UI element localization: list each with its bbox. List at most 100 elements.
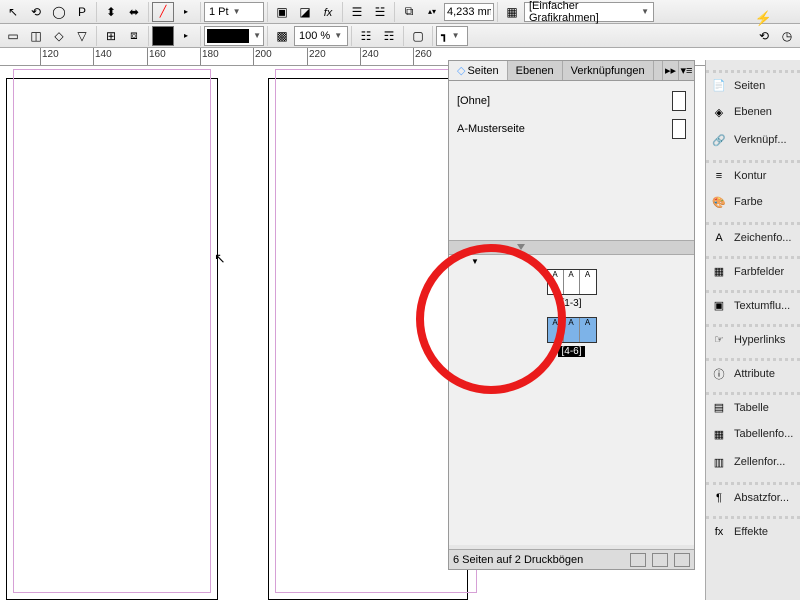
panel-btn-kontur-label: Kontur	[734, 170, 766, 182]
master-ohne[interactable]: [Ohne]	[453, 87, 690, 115]
ruler-tick-220: 220	[309, 49, 326, 60]
bolt-icon[interactable]: ⚡	[755, 10, 772, 27]
tab-verk-label: Verknüpfungen	[571, 65, 645, 77]
panel-btn-absatz[interactable]: ¶Absatzfor...	[706, 482, 800, 510]
page-thumb-5[interactable]: A	[564, 318, 580, 342]
panel-btn-textumfluss[interactable]: ▣Textumflu...	[706, 290, 800, 318]
panel-menu[interactable]: ▾≡	[678, 61, 694, 80]
panel-btn-tabellenformat[interactable]: ▦Tabellenfo...	[706, 420, 800, 448]
master-a[interactable]: A-Musterseite	[453, 115, 690, 143]
panel-btn-ebenen[interactable]: ◈Ebenen	[706, 98, 800, 126]
attribute-icon: ⓘ	[710, 366, 728, 382]
document-canvas[interactable]	[0, 66, 448, 600]
panel-btn-seiten[interactable]: 📄Seiten	[706, 70, 800, 98]
tool-refresh[interactable]: ⟲	[25, 2, 47, 22]
tool-align1[interactable]: ⬍	[100, 2, 122, 22]
page-thumb-3[interactable]: A	[580, 270, 596, 294]
status-btn-1[interactable]	[630, 553, 646, 567]
tab-seiten[interactable]: ◇Seiten	[449, 61, 508, 80]
spread-1-3-label: [1-3]	[561, 298, 581, 309]
t2-h[interactable]: ☷	[355, 26, 377, 46]
right-panel-stack: 📄Seiten ◈Ebenen 🔗Verknüpf... ≡Kontur 🎨Fa…	[705, 60, 800, 600]
stroke-swatch-combo[interactable]: ▼	[204, 26, 264, 46]
panel-btn-effekte-label: Effekte	[734, 526, 768, 538]
spread-4-6[interactable]: A A A [4-6]	[449, 317, 694, 357]
panel-btn-zellenformat[interactable]: ▥Zellenfor...	[706, 448, 800, 476]
btn-a[interactable]: ▣	[271, 2, 293, 22]
btn-fx[interactable]: fx	[317, 2, 339, 22]
page-thumb-4[interactable]: A	[548, 318, 564, 342]
hyperlink-icon: ☞	[710, 332, 728, 348]
btn-b[interactable]: ◪	[294, 2, 316, 22]
t2-a[interactable]: ▭	[2, 26, 24, 46]
dim-input[interactable]	[444, 3, 494, 21]
panel-btn-zeichen[interactable]: AZeichenfo...	[706, 222, 800, 250]
tool-path[interactable]: P	[71, 2, 93, 22]
stroke-none-icon[interactable]: ╱	[152, 2, 174, 22]
t2-b[interactable]: ◫	[25, 26, 47, 46]
panel-btn-farbe-label: Farbe	[734, 196, 763, 208]
tool-ellipse[interactable]: ◯	[48, 2, 70, 22]
stroke-width-combo[interactable]: 1 Pt ▼	[204, 2, 264, 22]
layers-icon: ◈	[710, 104, 728, 120]
dim-stepper[interactable]: ▴▾	[421, 2, 443, 22]
panel-btn-attribute[interactable]: ⓘAttribute	[706, 358, 800, 386]
fill-swatch[interactable]	[152, 26, 174, 46]
master-ohne-thumb	[672, 91, 686, 111]
panel-btn-kontur[interactable]: ≡Kontur	[706, 160, 800, 188]
divider-handle-icon	[517, 244, 525, 250]
frame-opts-icon[interactable]: ▦	[501, 2, 523, 22]
toolbar-row-1: ↖ ⟲ ◯ P ⬍ ⬌ ╱ ▸ 1 Pt ▼ ▣ ◪ fx ☰ ☱ ⧉ ▴▾ ▦…	[0, 0, 800, 24]
ruler-tick-180: 180	[202, 49, 219, 60]
t2-f[interactable]: ⧈	[123, 26, 145, 46]
spread-marker: ▼	[471, 257, 479, 266]
arrow-small[interactable]: ▸	[175, 2, 197, 22]
page-left[interactable]	[6, 78, 218, 600]
stroke-swatch	[207, 29, 249, 43]
panel-btn-verknuepf[interactable]: 🔗Verknüpf...	[706, 126, 800, 154]
btn-crop[interactable]: ⧉	[398, 2, 420, 22]
page-right[interactable]	[268, 78, 468, 600]
master-ohne-label: [Ohne]	[457, 95, 490, 107]
frame-type-combo[interactable]: [Einfacher Grafikrahmen] ▼	[524, 2, 654, 22]
pages-divider[interactable]	[449, 241, 694, 255]
tab-ebenen-label: Ebenen	[516, 65, 554, 77]
zoom-combo[interactable]: 100 % ▼	[294, 26, 348, 46]
t2-l[interactable]: ◷	[776, 26, 798, 46]
panel-btn-hyperlinks[interactable]: ☞Hyperlinks	[706, 324, 800, 352]
spread-1-3[interactable]: A A A [1-3]	[449, 269, 694, 309]
mouse-cursor: ↖	[214, 250, 226, 267]
status-btn-new[interactable]	[652, 553, 668, 567]
panel-btn-effekte[interactable]: fxEffekte	[706, 516, 800, 544]
t2-g[interactable]: ▩	[271, 26, 293, 46]
tool-pointer[interactable]: ↖	[2, 2, 24, 22]
corner-combo[interactable]: ┓ ▼	[436, 26, 468, 46]
t2-j[interactable]: ▢	[407, 26, 429, 46]
status-btn-delete[interactable]	[674, 553, 690, 567]
panel-btn-farbe[interactable]: 🎨Farbe	[706, 188, 800, 216]
panel-btn-tabelle[interactable]: ▤Tabelle	[706, 392, 800, 420]
chevron-down-icon: ▼	[641, 7, 649, 16]
t2-i[interactable]: ☶	[378, 26, 400, 46]
page-thumb-2[interactable]: A	[564, 270, 580, 294]
ruler-tick-120: 120	[42, 49, 59, 60]
t2-e[interactable]: ⊞	[100, 26, 122, 46]
stroke-width-value: 1 Pt	[209, 6, 229, 18]
wrap-icon: ▣	[710, 298, 728, 314]
btn-textalign1[interactable]: ☰	[346, 2, 368, 22]
arrow-small2[interactable]: ▸	[175, 26, 197, 46]
t2-d[interactable]: ▽	[71, 26, 93, 46]
page-thumb-6[interactable]: A	[580, 318, 596, 342]
panel-collapse[interactable]: ▸▸	[662, 61, 678, 80]
masters-list: [Ohne] A-Musterseite	[449, 81, 694, 241]
btn-textalign2[interactable]: ☱	[369, 2, 391, 22]
tab-ebenen[interactable]: Ebenen	[508, 61, 563, 80]
page-thumb-1[interactable]: A	[548, 270, 564, 294]
t2-k[interactable]: ⟲	[753, 26, 775, 46]
tab-verknuepfungen[interactable]: Verknüpfungen	[563, 61, 654, 80]
chevron-down-icon: ▼	[233, 7, 241, 16]
panel-btn-farbfelder[interactable]: ▦Farbfelder	[706, 256, 800, 284]
t2-c[interactable]: ◇	[48, 26, 70, 46]
chevron-down-icon: ▼	[334, 31, 342, 40]
tool-align2[interactable]: ⬌	[123, 2, 145, 22]
